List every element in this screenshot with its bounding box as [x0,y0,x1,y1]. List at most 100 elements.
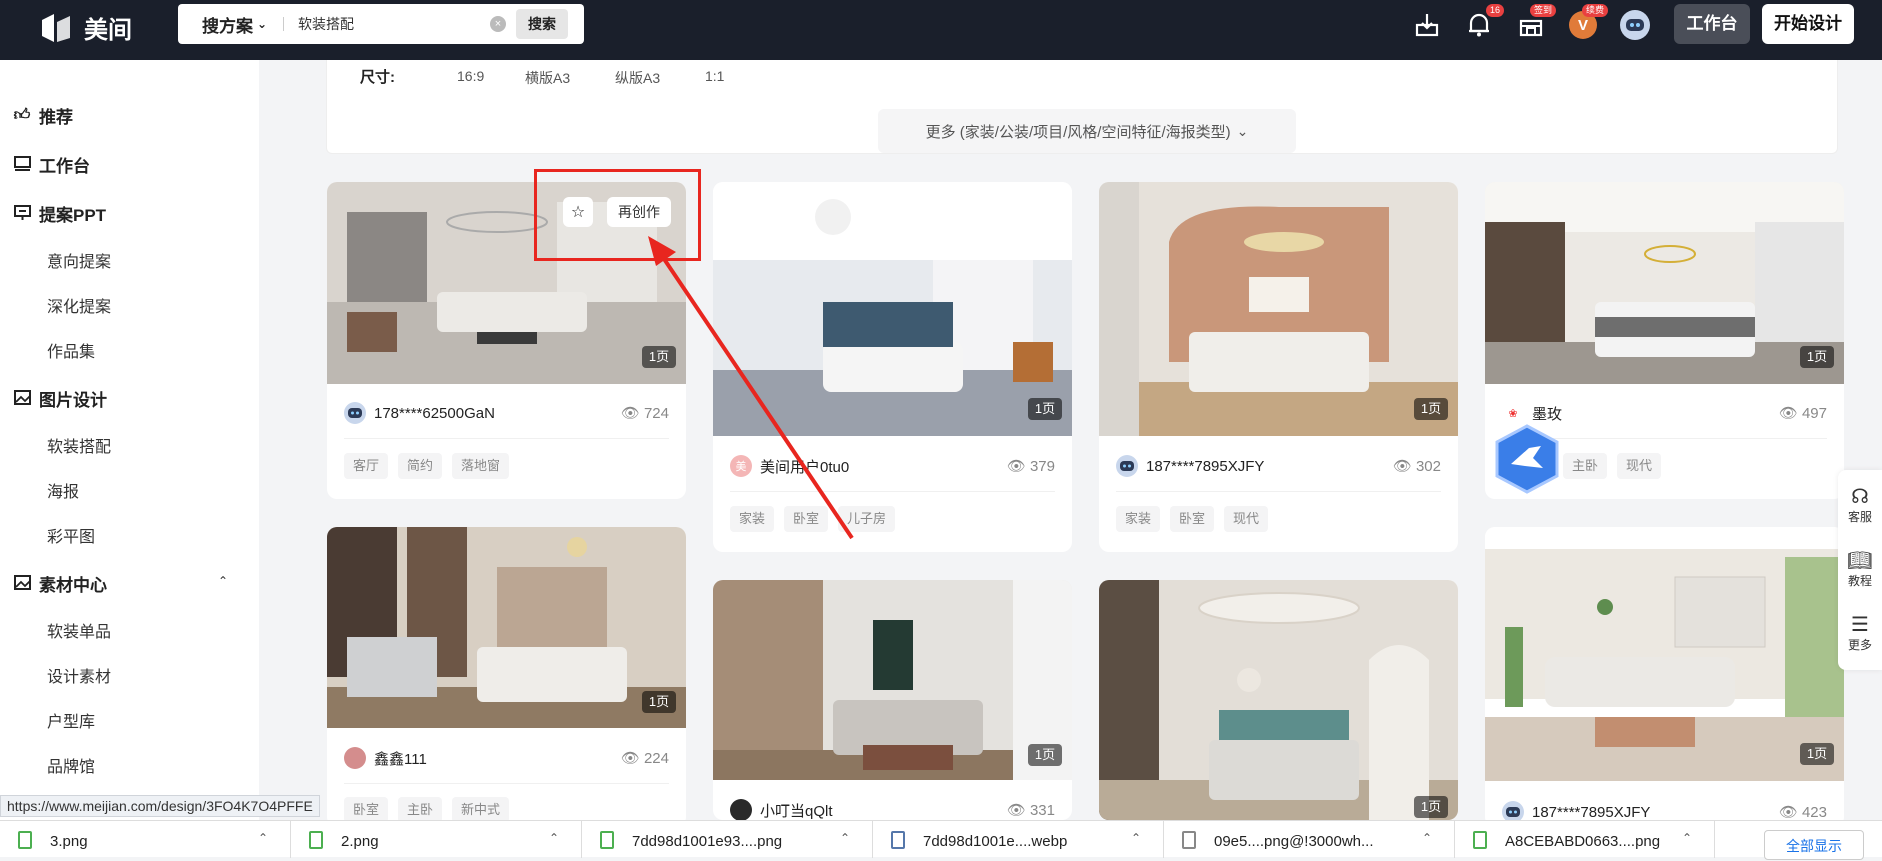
sidebar-item-floorplan[interactable]: 户型库 [47,708,95,732]
annotation-highlight-box [534,169,701,261]
user-avatar: 美 [730,455,752,477]
design-thumbnail[interactable] [1099,580,1458,820]
sidebar-item-workbench[interactable]: 工作台 [13,152,90,177]
chevron-up-icon[interactable]: ⌃ [1131,831,1141,845]
size-option-portrait-a3[interactable]: 纵版A3 [615,68,660,88]
search-button[interactable]: 搜索 [516,9,568,39]
workbench-button[interactable]: 工作台 [1674,4,1750,44]
author-name: 187****7895XJFY [1146,457,1265,475]
tag[interactable]: 现代 [1224,506,1269,532]
sidebar-item-brand[interactable]: 品牌馆 [47,753,95,777]
tag[interactable]: 儿子房 [838,506,896,532]
shop-icon[interactable]: 签到 [1514,4,1556,42]
sidebar-item-label: 推荐 [39,108,73,127]
author-name: 178****62500GaN [374,404,495,422]
sidebar-item-portfolio[interactable]: 作品集 [47,338,95,362]
card-author[interactable]: 187****7895XJFY [1116,455,1264,477]
search-bar: 搜方案 ⌄ × 搜索 [178,4,584,44]
sidebar-item-deep-proposal[interactable]: 深化提案 [47,293,111,317]
sidebar-item-soft-decoration[interactable]: 软装搭配 [47,433,111,457]
design-card[interactable]: 1页 美 美间用户0tu0 👁︎ 379 家装 卧室 儿子房 [713,182,1072,552]
tutorial-button[interactable]: 📖︎ 教程 [1838,550,1882,589]
design-thumbnail[interactable] [1485,182,1844,384]
download-item[interactable]: 3.png ⌃ [0,821,291,858]
bell-icon[interactable]: 16 [1462,4,1504,42]
chevron-up-icon[interactable]: ⌃ [549,831,559,845]
design-card[interactable]: 1页 鑫鑫111 👁︎ 224 卧室 主卧 新中式 [327,527,686,827]
sidebar-item-ppt[interactable]: 提案PPT [13,201,106,226]
tag[interactable]: 家装 [1116,506,1161,532]
chevron-up-icon[interactable]: ⌃ [840,831,850,845]
design-card[interactable]: 1页 187****7895XJFY 👁︎ 302 家装 卧室 现代 [1099,182,1458,552]
card-author[interactable]: ❀ 墨玫 [1502,402,1562,424]
chevron-up-icon[interactable]: ⌃ [218,574,228,588]
page-count-badge: 1页 [1414,398,1448,420]
download-item[interactable]: 7dd98d1001e93....png ⌃ [582,821,873,858]
search-input[interactable] [298,16,478,32]
download-icon[interactable] [1410,8,1444,42]
sidebar-item-poster[interactable]: 海报 [47,478,79,502]
tag[interactable]: 主卧 [1563,453,1608,479]
chevron-down-icon: ⌄ [257,17,268,31]
robot-avatar-icon [1620,10,1650,40]
design-card[interactable]: 1页 小叮当qQlt 👁︎ 331 [713,580,1072,820]
bird-mascot-icon[interactable] [1495,424,1559,494]
download-item[interactable]: 2.png ⌃ [291,821,582,858]
tag[interactable]: 简约 [398,453,443,479]
sidebar-item-design-material[interactable]: 设计素材 [47,663,111,687]
customer-service-button[interactable]: ☊ 客服 [1838,486,1882,525]
clear-search-icon[interactable]: × [490,16,506,32]
card-author[interactable]: 小叮当qQlt [730,799,833,820]
card-author[interactable]: 鑫鑫111 [344,747,427,769]
show-all-downloads-button[interactable]: 全部显示 [1764,830,1864,860]
download-item[interactable]: 09e5....png@!3000wh... ⌃ [1164,821,1455,858]
eye-icon: 👁︎ [1778,405,1798,422]
top-navigation-bar: 美间 搜方案 ⌄ × 搜索 16 签到 V 续费 [0,0,1882,60]
chevron-up-icon[interactable]: ⌃ [1422,831,1432,845]
eye-icon: 👁︎ [1006,458,1026,475]
logo[interactable]: 美间 [40,10,132,45]
tag[interactable]: 卧室 [1170,506,1215,532]
divider [344,438,669,439]
sidebar-item-image-design[interactable]: 图片设计 [13,386,107,411]
chevron-up-icon[interactable]: ⌃ [1682,831,1692,845]
download-filename: A8CEBABD0663....png [1505,833,1661,850]
views-value: 331 [1029,801,1055,819]
tag[interactable]: 落地窗 [452,453,510,479]
search-type-label: 搜方案 [202,16,253,36]
vip-icon[interactable]: V 续费 [1566,4,1608,42]
tag[interactable]: 客厅 [344,453,389,479]
card-author[interactable]: 178****62500GaN [344,402,495,424]
divider [730,491,1055,492]
start-design-button[interactable]: 开始设计 [1762,4,1854,44]
tag[interactable]: 家装 [730,506,775,532]
size-option-16-9[interactable]: 16:9 [457,68,484,84]
download-item[interactable]: 7dd98d1001e....webp ⌃ [873,821,1164,858]
design-card[interactable]: 1页 ❀ 墨玫 👁︎ 497 主卧 现代 [1485,182,1844,499]
tag[interactable]: 卧室 [784,506,829,532]
size-option-landscape-a3[interactable]: 横版A3 [525,68,570,88]
sidebar-item-intent-proposal[interactable]: 意向提案 [47,248,111,272]
design-thumbnail[interactable] [713,182,1072,436]
card-author[interactable]: 美 美间用户0tu0 [730,455,849,477]
sidebar-item-soft-items[interactable]: 软装单品 [47,618,111,642]
sidebar-item-material-center[interactable]: 素材中心 [13,571,107,596]
size-option-1-1[interactable]: 1:1 [705,68,724,84]
design-thumbnail[interactable] [327,527,686,728]
sidebar-item-recommend[interactable]: 👍︎ 推荐 [13,103,73,128]
download-item[interactable]: A8CEBABD0663....png ⌃ [1455,821,1715,858]
design-card[interactable]: 1页 187****7895XJFY 👁︎ 423 [1485,527,1844,827]
sidebar-item-color-plan[interactable]: 彩平图 [47,523,95,547]
design-thumbnail[interactable] [1485,527,1844,781]
chevron-up-icon[interactable]: ⌃ [258,831,268,845]
tag[interactable]: 现代 [1617,453,1662,479]
size-filter-label: 尺寸: [360,69,395,86]
search-type-dropdown[interactable]: 搜方案 ⌄ [178,12,283,37]
more-filters-button[interactable]: 更多 (家装/公装/项目/风格/空间特征/海报类型) ⌄ [878,109,1296,153]
more-button[interactable]: ☰ 更多 [1838,614,1882,653]
user-avatar[interactable] [1618,8,1652,42]
design-thumbnail[interactable] [1099,182,1458,436]
download-filename: 7dd98d1001e93....png [632,833,783,850]
design-card[interactable]: 1页 [1099,580,1458,820]
design-thumbnail[interactable] [713,580,1072,780]
